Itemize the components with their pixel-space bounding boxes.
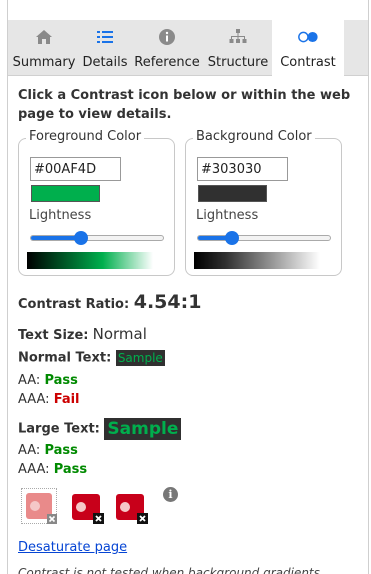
text-size-label: Text Size: bbox=[18, 328, 89, 343]
background-swatch bbox=[198, 185, 267, 202]
normal-text-label: Normal Text: bbox=[18, 350, 112, 366]
normal-aa-label: AA: bbox=[18, 373, 41, 388]
background-color-group: Background Color Lightness bbox=[185, 129, 342, 276]
contrast-ratio-label: Contrast Ratio: bbox=[18, 297, 130, 312]
large-aaa-label: AAA: bbox=[18, 462, 50, 477]
info-icon bbox=[156, 27, 178, 47]
foreground-lightness-label: Lightness bbox=[29, 208, 92, 223]
contrast-fail-icon-button[interactable] bbox=[69, 488, 105, 524]
background-hex-input[interactable] bbox=[197, 157, 288, 181]
contrast-fail-icon bbox=[72, 494, 104, 524]
contrast-info-icon[interactable]: i bbox=[163, 487, 178, 502]
foreground-legend: Foreground Color bbox=[26, 129, 145, 144]
tab-details[interactable]: Details bbox=[80, 20, 130, 76]
tab-summary-label: Summary bbox=[12, 55, 76, 70]
contrast-ratio: Contrast Ratio: 4.54:1 bbox=[18, 291, 201, 313]
contrast-panel: Summary Details Reference Structure Cont… bbox=[0, 0, 371, 574]
normal-aaa-value: Fail bbox=[53, 392, 80, 407]
contrast-error-icon-button[interactable] bbox=[113, 488, 149, 524]
foreground-slider-thumb[interactable] bbox=[74, 231, 89, 245]
foreground-hex-input[interactable] bbox=[30, 157, 121, 181]
desaturate-page-link[interactable]: Desaturate page bbox=[18, 540, 127, 555]
large-aa-rating: AA: Pass bbox=[18, 443, 78, 458]
contrast-error-icon bbox=[116, 494, 148, 524]
large-aaa-rating: AAA: Pass bbox=[18, 462, 87, 477]
normal-aa-value: Pass bbox=[44, 373, 78, 388]
tab-reference[interactable]: Reference bbox=[130, 20, 204, 76]
list-icon bbox=[94, 27, 116, 47]
tab-contrast-label: Contrast bbox=[280, 55, 336, 70]
background-lightness-slider[interactable] bbox=[197, 231, 331, 245]
normal-text-row: Normal Text: Sample bbox=[18, 350, 165, 366]
normal-text-sample: Sample bbox=[115, 350, 165, 366]
tab-contrast[interactable]: Contrast bbox=[272, 20, 344, 76]
contrast-pass-icon bbox=[26, 493, 57, 524]
tab-structure-label: Structure bbox=[207, 55, 269, 70]
tab-reference-label: Reference bbox=[134, 55, 200, 70]
tab-bar: Summary Details Reference Structure Cont… bbox=[8, 20, 368, 76]
background-lightness-gradient bbox=[194, 252, 320, 269]
large-text-row: Large Text: Sample bbox=[18, 418, 182, 440]
home-icon bbox=[33, 27, 55, 47]
foreground-lightness-slider[interactable] bbox=[30, 231, 164, 245]
instructions-text: Click a Contrast icon below or within th… bbox=[18, 88, 351, 122]
normal-aaa-rating: AAA: Fail bbox=[18, 392, 80, 407]
text-size: Text Size: Normal bbox=[18, 325, 147, 343]
background-legend: Background Color bbox=[193, 129, 315, 144]
foreground-lightness-gradient bbox=[27, 252, 153, 269]
background-slider-thumb[interactable] bbox=[225, 231, 240, 245]
large-text-label: Large Text: bbox=[18, 421, 100, 437]
foreground-color-group: Foreground Color Lightness bbox=[18, 129, 175, 276]
large-text-sample: Sample bbox=[104, 418, 182, 440]
large-aa-label: AA: bbox=[18, 443, 41, 458]
normal-aaa-label: AAA: bbox=[18, 392, 50, 407]
text-size-value: Normal bbox=[92, 325, 147, 343]
background-lightness-label: Lightness bbox=[196, 208, 259, 223]
normal-aa-rating: AA: Pass bbox=[18, 373, 78, 388]
hierarchy-icon bbox=[227, 27, 249, 47]
gradient-note: Contrast is not tested when background g… bbox=[18, 566, 320, 574]
large-aaa-value: Pass bbox=[53, 462, 88, 477]
tab-summary[interactable]: Summary bbox=[8, 20, 80, 76]
contrast-icon bbox=[297, 27, 319, 47]
large-aa-value: Pass bbox=[44, 443, 78, 458]
tab-structure[interactable]: Structure bbox=[204, 20, 272, 76]
contrast-pass-icon-button[interactable] bbox=[21, 488, 57, 524]
tab-details-label: Details bbox=[82, 55, 128, 70]
foreground-swatch bbox=[31, 185, 100, 202]
contrast-ratio-value: 4.54:1 bbox=[133, 291, 202, 313]
